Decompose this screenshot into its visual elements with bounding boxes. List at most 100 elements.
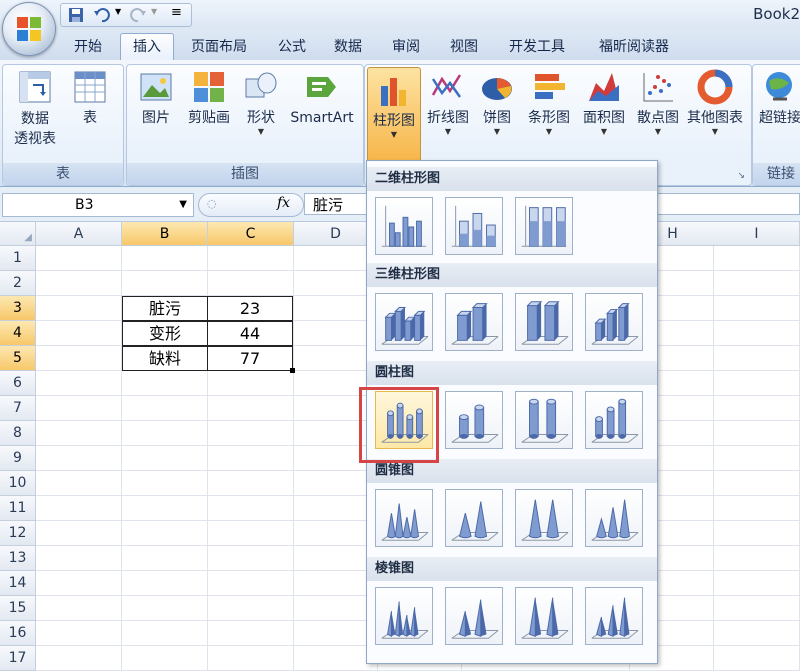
grid-cell[interactable] bbox=[208, 396, 294, 421]
grid-cell[interactable] bbox=[36, 421, 122, 446]
row-header-6[interactable]: 6 bbox=[0, 371, 36, 396]
grid-cell[interactable] bbox=[122, 471, 208, 496]
row-header-4[interactable]: 4 bbox=[0, 321, 36, 346]
fill-handle[interactable] bbox=[290, 368, 295, 373]
grid-cell[interactable] bbox=[714, 321, 800, 346]
redo-icon[interactable] bbox=[129, 6, 147, 24]
line-chart-button[interactable]: 折线图 ▼ bbox=[421, 69, 475, 137]
charts-dialog-launcher-icon[interactable]: ↘ bbox=[737, 171, 745, 181]
chart-thumbnail-pyramid-1[interactable] bbox=[375, 587, 433, 645]
chart-thumbnail-3d-column-3[interactable] bbox=[515, 293, 573, 351]
grid-cell[interactable] bbox=[714, 421, 800, 446]
grid-cell[interactable] bbox=[36, 321, 122, 346]
data-cell-value[interactable]: 44 bbox=[207, 321, 293, 346]
hyperlink-button[interactable]: 超链接 bbox=[755, 69, 800, 127]
select-all-corner[interactable]: ◢ bbox=[0, 222, 36, 246]
grid-cell[interactable] bbox=[122, 621, 208, 646]
row-header-1[interactable]: 1 bbox=[0, 246, 36, 271]
row-header-14[interactable]: 14 bbox=[0, 571, 36, 596]
grid-cell[interactable] bbox=[208, 596, 294, 621]
chart-thumbnail-3d-column-1[interactable] bbox=[375, 293, 433, 351]
undo-icon[interactable] bbox=[93, 6, 111, 24]
grid-cell[interactable] bbox=[714, 446, 800, 471]
column-header-b[interactable]: B bbox=[122, 222, 208, 246]
insert-function-icon[interactable]: fx bbox=[277, 195, 290, 211]
data-cell-label[interactable]: 缺料 bbox=[122, 346, 208, 371]
grid-cell[interactable] bbox=[36, 596, 122, 621]
data-cell-label[interactable]: 脏污 bbox=[122, 296, 208, 321]
scatter-chart-button[interactable]: 散点图 ▼ bbox=[631, 69, 685, 137]
grid-cell[interactable] bbox=[208, 521, 294, 546]
grid-cell[interactable] bbox=[208, 471, 294, 496]
grid-cell[interactable] bbox=[122, 421, 208, 446]
grid-cell[interactable] bbox=[122, 396, 208, 421]
grid-cell[interactable] bbox=[36, 646, 122, 671]
row-header-5[interactable]: 5 bbox=[0, 346, 36, 371]
row-header-11[interactable]: 11 bbox=[0, 496, 36, 521]
chart-thumbnail-2d-column-2[interactable] bbox=[445, 197, 503, 255]
chart-thumbnail-cone-2[interactable] bbox=[445, 489, 503, 547]
row-header-12[interactable]: 12 bbox=[0, 521, 36, 546]
grid-cell[interactable] bbox=[36, 296, 122, 321]
undo-dropdown-icon[interactable]: ▼ bbox=[115, 7, 121, 16]
pivot-table-button[interactable]: 数据 透视表 bbox=[7, 69, 63, 149]
grid-cell[interactable] bbox=[714, 596, 800, 621]
grid-cell[interactable] bbox=[36, 371, 122, 396]
name-box[interactable]: B3 ▼ bbox=[2, 193, 194, 217]
grid-cell[interactable] bbox=[714, 621, 800, 646]
chart-thumbnail-pyramid-3[interactable] bbox=[515, 587, 573, 645]
chart-thumbnail-cylinder-3[interactable] bbox=[515, 391, 573, 449]
grid-cell[interactable] bbox=[208, 621, 294, 646]
chart-thumbnail-3d-column-4[interactable] bbox=[585, 293, 643, 351]
row-header-17[interactable]: 17 bbox=[0, 646, 36, 671]
grid-cell[interactable] bbox=[36, 621, 122, 646]
save-icon[interactable] bbox=[67, 6, 85, 24]
grid-cell[interactable] bbox=[36, 271, 122, 296]
row-header-10[interactable]: 10 bbox=[0, 471, 36, 496]
grid-cell[interactable] bbox=[714, 271, 800, 296]
tab-page-layout[interactable]: 页面布局 bbox=[178, 36, 260, 60]
column-header-a[interactable]: A bbox=[36, 222, 122, 246]
clipart-button[interactable]: 剪贴画 bbox=[183, 69, 235, 127]
chart-thumbnail-3d-column-2[interactable] bbox=[445, 293, 503, 351]
grid-cell[interactable] bbox=[122, 496, 208, 521]
data-cell-value[interactable]: 23 bbox=[207, 296, 293, 321]
grid-cell[interactable] bbox=[208, 646, 294, 671]
grid-cell[interactable] bbox=[36, 446, 122, 471]
grid-cell[interactable] bbox=[208, 271, 294, 296]
column-chart-button[interactable]: 柱形图 ▼ bbox=[367, 67, 421, 165]
tab-review[interactable]: 审阅 bbox=[380, 36, 432, 60]
grid-cell[interactable] bbox=[714, 246, 800, 271]
other-charts-button[interactable]: 其他图表 ▼ bbox=[683, 69, 747, 137]
grid-cell[interactable] bbox=[714, 346, 800, 371]
tab-insert[interactable]: 插入 bbox=[120, 33, 174, 62]
tab-formulas[interactable]: 公式 bbox=[266, 36, 318, 60]
grid-cell[interactable] bbox=[122, 646, 208, 671]
grid-cell[interactable] bbox=[122, 246, 208, 271]
grid-cell[interactable] bbox=[714, 396, 800, 421]
smartart-button[interactable]: SmartArt bbox=[285, 69, 359, 127]
grid-cell[interactable] bbox=[714, 521, 800, 546]
chart-thumbnail-cylinder-4[interactable] bbox=[585, 391, 643, 449]
row-header-7[interactable]: 7 bbox=[0, 396, 36, 421]
grid-cell[interactable] bbox=[714, 646, 800, 671]
grid-cell[interactable] bbox=[208, 546, 294, 571]
table-button[interactable]: 表 bbox=[65, 69, 115, 127]
grid-cell[interactable] bbox=[714, 546, 800, 571]
chart-thumbnail-cone-3[interactable] bbox=[515, 489, 573, 547]
grid-cell[interactable] bbox=[714, 496, 800, 521]
tab-home[interactable]: 开始 bbox=[62, 36, 114, 60]
shapes-button[interactable]: 形状 ▼ bbox=[237, 69, 285, 137]
chart-thumbnail-cone-1[interactable] bbox=[375, 489, 433, 547]
grid-cell[interactable] bbox=[36, 496, 122, 521]
tab-foxit-reader[interactable]: 福昕阅读器 bbox=[584, 36, 684, 60]
grid-cell[interactable] bbox=[122, 521, 208, 546]
grid-cell[interactable] bbox=[714, 571, 800, 596]
grid-cell[interactable] bbox=[122, 271, 208, 296]
row-header-16[interactable]: 16 bbox=[0, 621, 36, 646]
chart-thumbnail-pyramid-4[interactable] bbox=[585, 587, 643, 645]
grid-cell[interactable] bbox=[36, 346, 122, 371]
chart-thumbnail-cylinder-2[interactable] bbox=[445, 391, 503, 449]
tab-developer[interactable]: 开发工具 bbox=[496, 36, 578, 60]
tab-data[interactable]: 数据 bbox=[322, 36, 374, 60]
